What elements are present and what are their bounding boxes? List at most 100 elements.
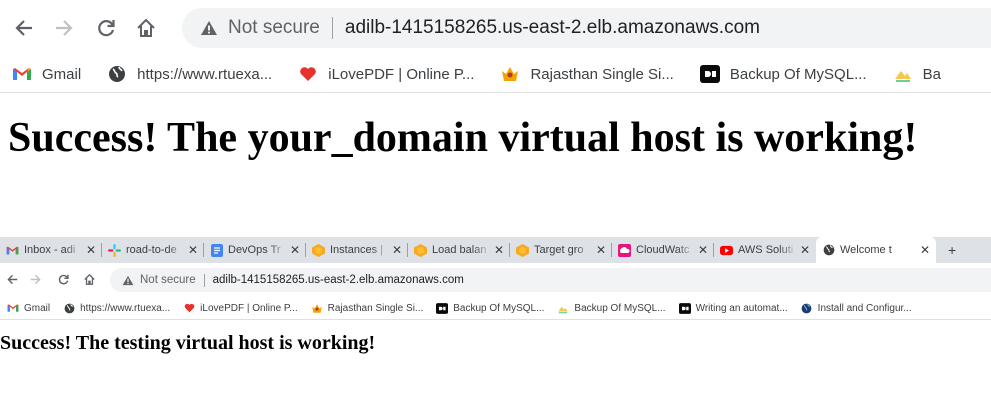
bookmark-ilovepdf[interactable]: iLovePDF | Online P...	[298, 64, 474, 84]
close-icon[interactable]: ✕	[290, 243, 300, 257]
new-tab-button[interactable]: +	[948, 242, 956, 258]
warning-icon[interactable]	[200, 20, 218, 36]
reload-button[interactable]	[55, 271, 71, 287]
warning-icon[interactable]	[122, 275, 134, 286]
address-separator	[331, 17, 333, 39]
tab-label: Welcome t	[840, 244, 892, 256]
aws-icon	[516, 243, 529, 257]
bookmark-label: Install and Configur...	[817, 302, 912, 314]
forward-button[interactable]	[50, 14, 78, 42]
close-icon[interactable]: ✕	[920, 243, 930, 257]
bookmarks-bar: Gmail https://www.rtuexa... iLovePDF | O…	[0, 297, 991, 320]
bookmark-ilovepdf[interactable]: iLovePDF | Online P...	[183, 302, 298, 314]
page-heading: Success! The your_domain virtual host is…	[8, 115, 918, 161]
heart-icon	[183, 302, 195, 314]
home-button[interactable]	[132, 14, 160, 42]
tab-label: Load balan	[432, 244, 487, 256]
tab-instances[interactable]: Instances | ✕	[306, 237, 408, 263]
bookmark-label: Ba	[922, 65, 941, 83]
bookmark-rajasthan[interactable]: Rajasthan Single Si...	[311, 302, 424, 314]
arrow-left-icon	[6, 274, 17, 284]
address-bar[interactable]: Not secure adilb-1415158265.us-east-2.el…	[182, 8, 991, 48]
close-icon[interactable]: ✕	[800, 243, 810, 257]
close-icon[interactable]: ✕	[494, 243, 504, 257]
gmail-icon	[6, 244, 19, 257]
bookmark-label: Backup Of MySQL...	[574, 302, 666, 314]
tab-aws-solutions[interactable]: AWS Soluti ✕	[714, 237, 816, 263]
bookmark-label: Writing an automat...	[695, 302, 788, 314]
security-label[interactable]: Not secure	[228, 17, 320, 39]
close-icon[interactable]: ✕	[86, 243, 96, 257]
bookmarks-bar: Gmail https://www.rtuexa... iLovePDF | O…	[0, 56, 991, 93]
tab-devops-training[interactable]: DevOps Tr ✕	[204, 237, 306, 263]
bookmark-rtuexam[interactable]: https://www.rtuexa...	[63, 302, 170, 314]
tab-target-groups[interactable]: Target gro ✕	[510, 237, 612, 263]
gmail-icon	[7, 302, 19, 314]
forward-button[interactable]	[27, 271, 43, 287]
reload-icon	[58, 274, 69, 284]
bookmark-install-configure[interactable]: Install and Configur...	[801, 302, 912, 314]
url-text[interactable]: adilb-1415158265.us-east-2.elb.amazonaws…	[213, 274, 464, 286]
globe-icon	[107, 64, 127, 84]
close-icon[interactable]: ✕	[596, 243, 606, 257]
tab-load-balancers[interactable]: Load balan ✕	[408, 237, 510, 263]
bookmark-label: https://www.rtuexa...	[137, 65, 273, 83]
dev-icon	[678, 302, 691, 314]
aws-icon	[312, 243, 325, 257]
cloudwatch-icon	[618, 243, 631, 257]
close-icon[interactable]: ✕	[698, 243, 708, 257]
tab-cloudwatch[interactable]: CloudWatc ✕	[612, 237, 714, 263]
home-icon	[137, 18, 155, 37]
back-button[interactable]	[4, 271, 20, 287]
arrow-right-icon	[56, 20, 73, 36]
youtube-icon	[720, 244, 733, 257]
tab-strip: Inbox - adi ✕ road-to-de ✕ DevOps Tr ✕ I…	[0, 237, 991, 263]
reload-button[interactable]	[92, 14, 120, 42]
folder-icon	[557, 302, 569, 314]
bookmark-writing-automation[interactable]: Writing an automat...	[678, 302, 788, 314]
bottom-browser-toolbar: Not secure adilb-1415158265.us-east-2.el…	[0, 263, 991, 297]
bookmark-label: Gmail	[24, 302, 51, 314]
emblem-icon	[500, 64, 520, 84]
bookmark-backup-mysql-2[interactable]: Backup Of MySQL...	[557, 302, 666, 314]
globe-icon	[63, 302, 75, 314]
back-button[interactable]	[10, 14, 38, 42]
bookmark-rtuexam[interactable]: https://www.rtuexa...	[107, 64, 272, 84]
security-label[interactable]: Not secure	[140, 274, 196, 286]
bookmark-label: https://www.rtuexa...	[80, 302, 171, 314]
home-icon	[83, 273, 95, 285]
arrow-right-icon	[30, 274, 41, 284]
url-text[interactable]: adilb-1415158265.us-east-2.elb.amazonaws…	[345, 17, 760, 39]
tab-road-to-devops[interactable]: road-to-de ✕	[102, 237, 204, 263]
tab-inbox[interactable]: Inbox - adi ✕	[0, 237, 102, 263]
bookmark-gmail[interactable]: Gmail	[7, 302, 50, 314]
tab-label: Inbox - adi	[24, 244, 76, 256]
address-separator	[203, 273, 205, 287]
address-bar[interactable]: Not secure adilb-1415158265.us-east-2.el…	[110, 268, 991, 292]
bookmark-label: Rajasthan Single Si...	[327, 302, 424, 314]
aws-icon	[414, 243, 427, 257]
bookmark-rajasthan[interactable]: Rajasthan Single Si...	[500, 64, 674, 84]
globe-dark-icon	[801, 302, 813, 314]
close-icon[interactable]: ✕	[392, 243, 402, 257]
bookmark-label: Backup Of MySQL...	[729, 65, 867, 83]
bookmark-backup-mysql[interactable]: Backup Of MySQL...	[699, 64, 867, 84]
home-button[interactable]	[81, 271, 97, 287]
reload-icon	[98, 20, 115, 37]
bookmark-label: iLovePDF | Online P...	[200, 302, 298, 314]
folder-icon	[893, 64, 913, 84]
docs-icon	[210, 243, 223, 257]
bookmark-backup-mysql[interactable]: Backup Of MySQL...	[436, 302, 544, 314]
bookmark-gmail[interactable]: Gmail	[12, 64, 81, 84]
bookmark-ba[interactable]: Ba	[893, 64, 941, 84]
bookmark-label: iLovePDF | Online P...	[328, 65, 475, 83]
tab-welcome[interactable]: Welcome t ✕	[816, 237, 936, 263]
dev-icon	[699, 64, 720, 84]
tab-label: CloudWatc	[636, 244, 690, 256]
close-icon[interactable]: ✕	[188, 243, 198, 257]
top-page-content: Success! The your_domain virtual host is…	[0, 96, 991, 196]
emblem-icon	[311, 302, 323, 314]
tab-label: AWS Soluti	[738, 244, 794, 256]
tab-label: Instances |	[330, 244, 383, 256]
tab-label: DevOps Tr	[228, 244, 281, 256]
